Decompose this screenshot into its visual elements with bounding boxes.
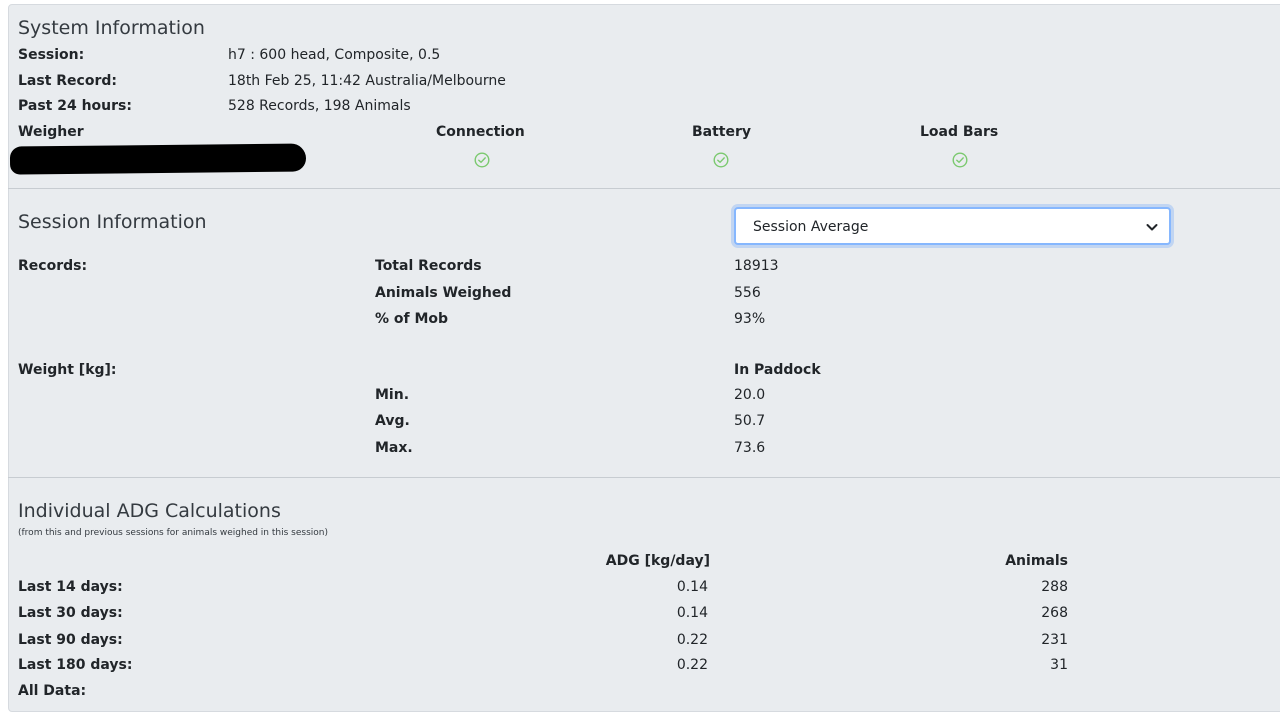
table-row-adg: 0.22 — [676, 632, 708, 648]
table-row-label: Last 180 days: — [18, 657, 133, 673]
chevron-down-icon — [1145, 220, 1159, 234]
adg-note: (from this and previous sessions for ani… — [18, 528, 328, 538]
table-row-adg: 0.14 — [676, 605, 708, 621]
max-label: Max. — [375, 440, 413, 456]
in-paddock-label: In Paddock — [734, 362, 821, 378]
divider — [8, 477, 1280, 478]
table-row-label: All Data: — [18, 683, 87, 699]
weigher-label: Weigher — [18, 124, 84, 140]
min-label: Min. — [375, 387, 410, 403]
session-info-title: Session Information — [18, 211, 207, 233]
last-record-label: Last Record: — [18, 73, 117, 89]
load-bars-ok-icon — [952, 152, 968, 168]
table-row-label: Last 14 days: — [18, 579, 123, 595]
connection-ok-icon — [474, 152, 490, 168]
system-info-title: System Information — [18, 17, 205, 39]
min-value: 20.0 — [734, 387, 766, 403]
battery-ok-icon — [713, 152, 729, 168]
past-24-value: 528 Records, 198 Animals — [228, 98, 411, 114]
pct-mob-label: % of Mob — [375, 311, 449, 327]
adg-column-header: ADG [kg/day] — [605, 553, 710, 569]
table-row-label: Last 90 days: — [18, 632, 123, 648]
session-label: Session: — [18, 47, 85, 63]
session-average-select[interactable]: Session Average — [734, 207, 1171, 245]
table-row-adg: 0.14 — [676, 579, 708, 595]
table-row-label: Last 30 days: — [18, 605, 123, 621]
table-row-animals: 268 — [1041, 605, 1068, 621]
weight-label: Weight [kg]: — [18, 362, 117, 378]
total-records-label: Total Records — [375, 258, 482, 274]
connection-label: Connection — [436, 124, 525, 140]
past-24-label: Past 24 hours: — [18, 98, 132, 114]
table-row-animals: 288 — [1041, 579, 1068, 595]
avg-label: Avg. — [375, 413, 410, 429]
table-row-animals: 231 — [1041, 632, 1068, 648]
battery-label: Battery — [692, 124, 752, 140]
animals-weighed-label: Animals Weighed — [375, 285, 512, 301]
table-row-animals: 31 — [1050, 657, 1068, 673]
load-bars-label: Load Bars — [920, 124, 999, 140]
last-record-value: 18th Feb 25, 11:42 Australia/Melbourne — [228, 73, 506, 89]
animals-weighed-value: 556 — [734, 285, 761, 301]
total-records-value: 18913 — [734, 258, 779, 274]
session-value: h7 : 600 head, Composite, 0.5 — [228, 47, 441, 63]
pct-mob-value: 93% — [734, 311, 766, 327]
table-row-adg: 0.22 — [676, 657, 708, 673]
records-label: Records: — [18, 258, 88, 274]
max-value: 73.6 — [734, 440, 766, 456]
animals-column-header: Animals — [1005, 553, 1068, 569]
avg-value: 50.7 — [734, 413, 766, 429]
select-value: Session Average — [753, 219, 869, 235]
adg-title: Individual ADG Calculations — [18, 500, 281, 522]
divider — [8, 188, 1280, 189]
weigher-redaction — [9, 143, 307, 175]
